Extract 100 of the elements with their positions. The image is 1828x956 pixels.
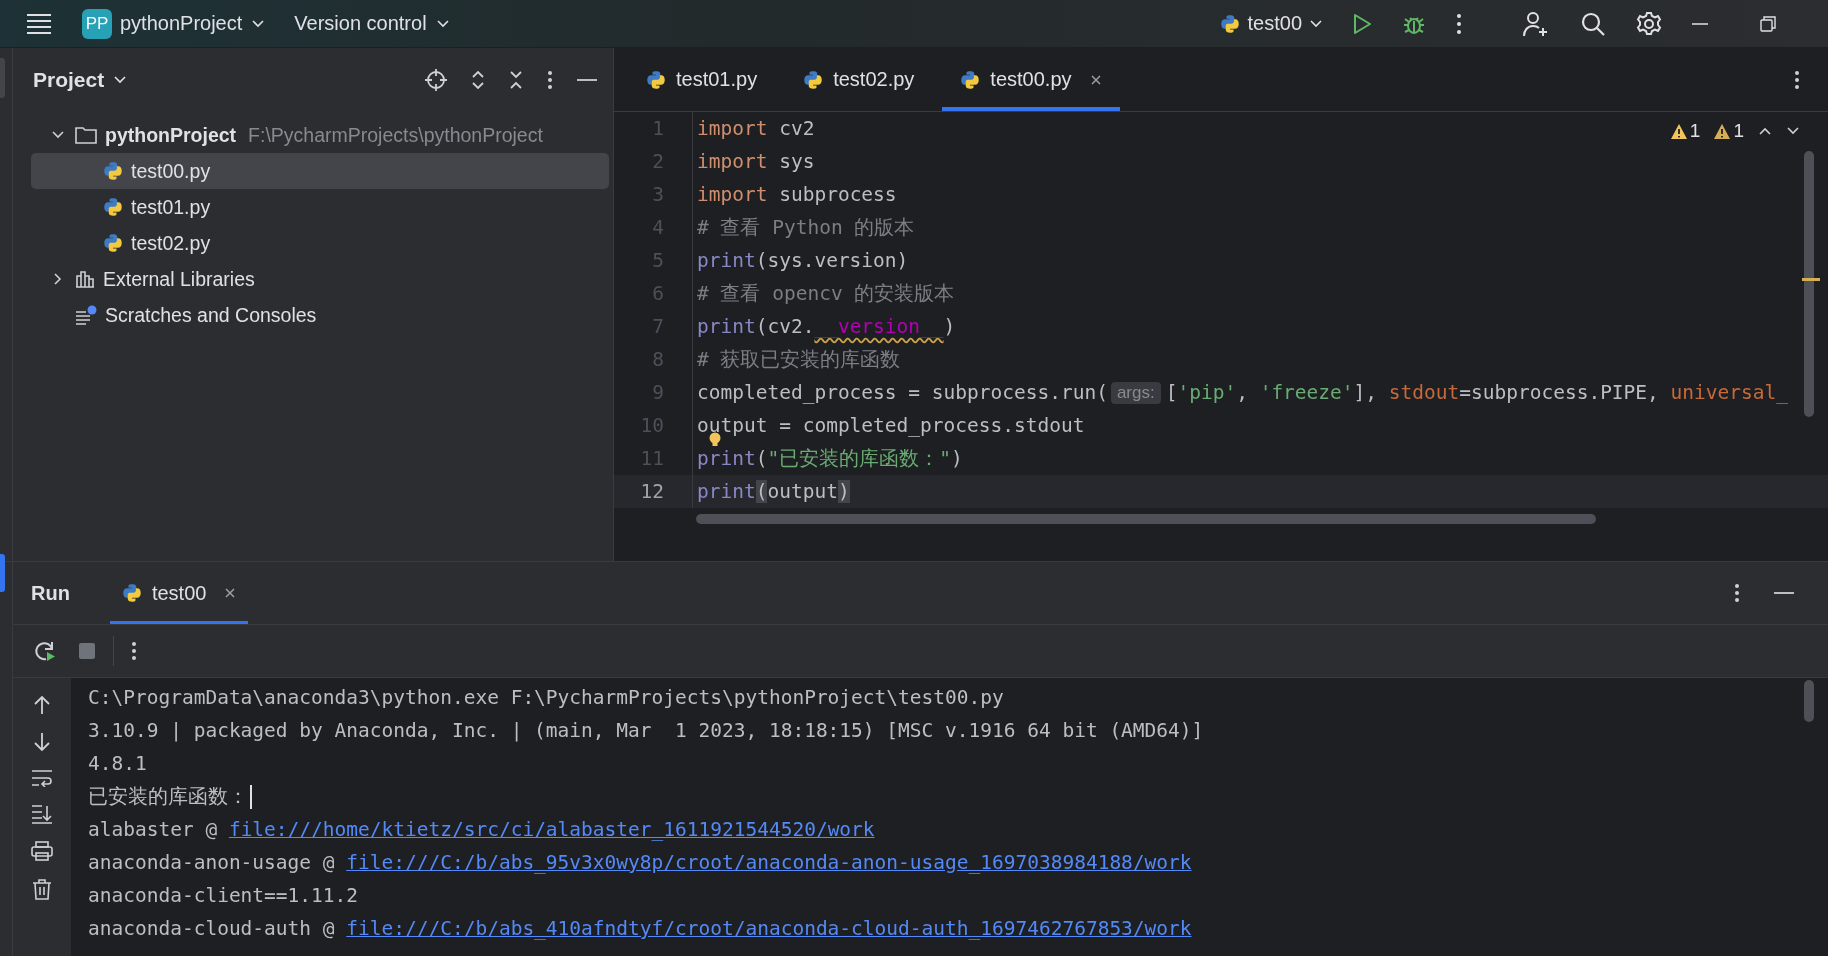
console-text: anaconda-anon-usage @ <box>88 851 336 874</box>
code-string: 'pip' <box>1177 381 1237 404</box>
locate-icon[interactable] <box>425 69 447 91</box>
more-icon[interactable] <box>547 70 553 90</box>
code-function: print <box>697 447 756 470</box>
run-icon[interactable] <box>1352 12 1372 35</box>
matched-bracket: ) <box>837 480 850 503</box>
scrollbar-thumb[interactable] <box>696 514 1596 524</box>
code-keyword: import <box>697 117 768 140</box>
warning-icon <box>1670 123 1687 139</box>
next-icon[interactable] <box>1786 126 1800 136</box>
code-text: , <box>1236 381 1249 404</box>
chevron-icon <box>114 76 127 84</box>
python-file-icon <box>103 161 123 181</box>
tree-item[interactable]: test01.py <box>31 189 609 225</box>
editor-tab[interactable]: test00.py <box>942 48 1120 111</box>
chevron-icon <box>1310 19 1322 28</box>
warning-marker[interactable] <box>1802 278 1820 281</box>
warning-count[interactable]: 1 <box>1714 120 1744 142</box>
python-icon <box>121 583 142 603</box>
editor-tab[interactable]: test01.py <box>634 48 776 111</box>
code-argument: stdout <box>1388 381 1460 404</box>
console-text: 3.10.9 | packaged by Anaconda, Inc. | (main, Mar 1 2023, 18:18:15) [MSC v.1916 64 bit (AMD64)] <box>88 719 1204 742</box>
menu-icon[interactable] <box>26 12 52 35</box>
warning-count[interactable]: 1 <box>1670 120 1701 142</box>
editor-tab[interactable]: test02.py <box>785 48 933 111</box>
code-text: (cv2. <box>755 315 815 338</box>
code-keyword: import <box>697 150 768 173</box>
code-comment: # 查看 opencv 的安装版本 <box>697 281 955 307</box>
python-icon <box>646 69 666 90</box>
code-text: subprocess <box>778 183 897 206</box>
project-badge: PP <box>82 8 112 39</box>
tree-item[interactable]: test02.py <box>31 225 609 261</box>
panel-title: Run <box>31 581 70 605</box>
minimize-icon[interactable] <box>1692 21 1708 26</box>
line-number: 12 <box>614 475 693 508</box>
code-function: print <box>697 315 756 338</box>
trash-icon[interactable] <box>32 878 52 900</box>
code-text: sys <box>778 150 815 173</box>
tool-window-marker <box>0 554 5 592</box>
text-cursor <box>250 784 252 809</box>
close-icon[interactable] <box>224 587 237 599</box>
more-icon[interactable] <box>1734 583 1740 603</box>
more-icon[interactable] <box>1456 12 1462 35</box>
code-text: completed_process = subprocess.run( <box>697 381 1108 404</box>
code-string: "已安装的库函数：" <box>767 446 951 472</box>
python-file-icon <box>103 197 123 217</box>
chevron-icon <box>252 19 265 28</box>
scroll-to-end-icon[interactable] <box>31 804 53 824</box>
console-text: anaconda-client==1.11.2 <box>88 884 359 907</box>
tree-item[interactable]: pythonProject F:\PycharmProjects\pythonProject <box>31 117 609 153</box>
previous-icon[interactable] <box>1758 126 1772 136</box>
console-link[interactable]: file:///C:/b/abs_410afndtyf/croot/anaconda-cloud-auth_1697462767853/work <box>346 917 1192 940</box>
code-text: ( <box>755 447 768 470</box>
console-link[interactable]: file:///home/ktietz/src/ci/alabaster_1611921544520/work <box>228 818 875 841</box>
code-text: =subprocess.PIPE, <box>1459 381 1660 404</box>
console-text: 已安装的库函数： <box>88 784 248 810</box>
hide-icon[interactable] <box>577 78 597 82</box>
tree-item[interactable]: Scratches and Consoles <box>31 297 609 333</box>
stop-icon[interactable] <box>78 642 96 660</box>
folder-icon <box>75 126 97 144</box>
project-view-dropdown[interactable]: Project <box>33 68 127 92</box>
tree-item-path: F:\PycharmProjects\pythonProject <box>248 123 543 147</box>
code-text: output = completed_process.stdout <box>697 414 1085 437</box>
print-icon[interactable] <box>31 841 53 861</box>
arrow-up-icon[interactable] <box>33 695 51 715</box>
expand-all-icon[interactable] <box>471 70 485 90</box>
search-icon[interactable] <box>1580 10 1606 37</box>
code-argument: universal_ <box>1670 381 1788 404</box>
project-dropdown[interactable]: pythonProject <box>120 12 265 35</box>
more-icon[interactable] <box>131 641 137 661</box>
more-icon[interactable] <box>1794 69 1800 90</box>
console-text: anaconda-cloud-auth @ <box>88 917 336 940</box>
arrow-down-icon[interactable] <box>33 732 51 752</box>
python-icon <box>803 69 824 90</box>
close-icon[interactable] <box>1089 73 1102 86</box>
scrollbar-thumb[interactable] <box>1804 151 1814 417</box>
tree-item[interactable]: test00.py <box>31 153 609 189</box>
tree-item[interactable]: External Libraries <box>31 261 609 297</box>
run-config-dropdown[interactable]: test00 <box>1219 12 1322 35</box>
library-icon <box>75 270 95 288</box>
console-text: alabaster @ <box>88 818 219 841</box>
vcs-dropdown[interactable]: Version control <box>294 12 449 35</box>
code-text: cv2 <box>778 117 815 140</box>
console-text: C:\ProgramData\anaconda3\python.exe F:\PycharmProjects\pythonProject\test00.py <box>88 686 1004 709</box>
collapse-all-icon[interactable] <box>509 70 523 90</box>
restore-icon[interactable] <box>1760 15 1776 32</box>
console-text: 4.8.1 <box>88 752 147 775</box>
code-comment: # 查看 Python 的版本 <box>697 215 915 241</box>
code-text: ], <box>1353 381 1379 404</box>
scrollbar-thumb[interactable] <box>1804 680 1814 722</box>
scratches-icon <box>75 305 97 325</box>
settings-icon[interactable] <box>1636 10 1662 37</box>
console-link[interactable]: file:///C:/b/abs_95v3x0wy8p/croot/anaconda-anon-usage_1697038984188/work <box>346 851 1192 874</box>
code-function: print <box>697 249 756 272</box>
soft-wrap-icon[interactable] <box>31 769 53 787</box>
code-text: output <box>767 480 838 503</box>
add-user-icon[interactable] <box>1522 9 1550 38</box>
rerun-icon[interactable] <box>34 640 56 662</box>
hide-icon[interactable] <box>1774 591 1794 595</box>
